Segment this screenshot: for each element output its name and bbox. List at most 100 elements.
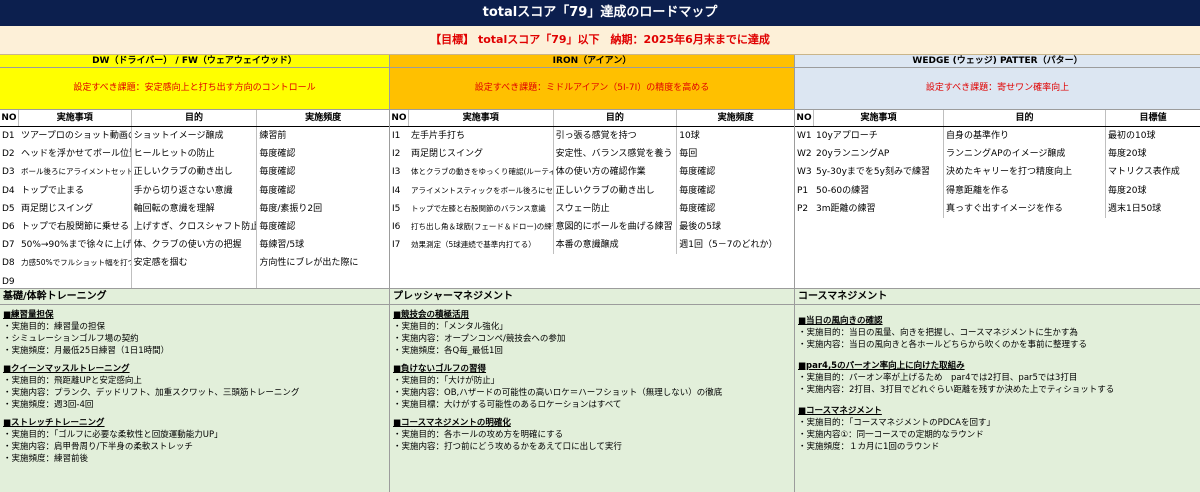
course-management-section: コースマネジメント ■当日の風向きの確認 ・実施目的：当日の風量、向きを把握し、… [795,288,1200,492]
bullet-line: ・実施目的：「ゴルフに必要な柔軟性と回旋運動能力UP」 [3,430,223,440]
row-item: ボール後ろにアライメントセット [20,167,131,177]
row-purpose: 安定性、バランス感覚を養う [552,145,677,164]
subsection: ■練習量担保 ・実施目的：練習量の担保 ・シミュレーションゴルフ場の契約 ・実施… [3,309,389,357]
row-no: D3 [2,167,15,178]
subsection: ■クイーンマッスルトレーニング ・実施目的：飛距離UPと安定感向上 ・実施内容：… [3,363,389,411]
table-row: W1 10yアプローチ 自身の基準作り 最初の10球 [795,127,1200,146]
subsection-heading: ■負けないゴルフの習得 [393,364,487,374]
row-frequency: 週1回（5－7のどれか） [676,236,794,255]
row-purpose: 得意距離を作る [943,181,1105,200]
subsection: ■par4,5のパーオン率向上に向けた取組み ・実施目的：パーオン率が上げるため… [798,360,1200,396]
row-item: 10yアプローチ [816,131,878,141]
table-row: I5 トップで左膝と右股関節のバランス意識 スウェー防止 毎度確認 [390,199,794,218]
header-frequency: 実施頻度 [256,110,389,126]
row-purpose: 真っすぐ出すイメージを作る [943,199,1105,218]
bullet-line: ・実施目的：「メンタル強化」 [393,322,508,332]
row-no: I1 [392,131,401,141]
table-row: I4 アライメントスティックをボール後ろにセット 正しいクラブの動き出し 毎度確認 [390,181,794,200]
row-purpose: 正しいクラブの動き出し [552,181,677,200]
row-item: 50%→90%まで徐々に上げる [20,240,131,251]
bullet-line: ・シミュレーションゴルフ場の契約 [3,334,139,344]
task-statement: 設定すべき課題：寄せワン確率向上 [795,68,1200,110]
row-purpose: ショットイメージ醸成 [130,127,257,146]
row-no: D8 [2,258,15,269]
bullet-line: ・実施頻度：練習前後 [3,454,89,464]
goal-banner: 【目標】 totalスコア「79」以下 納期：2025年6月末までに達成 [0,26,1200,55]
row-frequency: 毎度/素振り2回 [256,199,389,218]
row-no: D7 [2,240,15,251]
row-frequency: 毎練習/5球 [256,236,389,255]
bullet-line: ・実施内容：2打目、3打目でどれぐらい距離を残すか決めた上でティショットする [798,385,1115,395]
header-target: 目標値 [1105,110,1200,126]
fitness-training-section: 基礎/体幹トレーニング ■練習量担保 ・実施目的：練習量の担保 ・シミュレーショ… [0,288,390,492]
wedge-patter-column: WEDGE (ウェッジ) PATTER（パター） 設定すべき課題：寄せワン確率向… [795,55,1200,288]
bullet-line: ・実施頻度：１カ月に1回のラウンド [798,442,940,452]
row-item: トップで止まる [20,185,84,196]
bullet-line: ・実施内容：プランク、デッドリフト、加重スクワット、三頭筋トレーニング [3,388,300,398]
row-target: 毎度20球 [1105,181,1200,200]
row-purpose: スウェー防止 [552,199,677,218]
bullet-line: ・実施目的：練習量の担保 [3,322,106,332]
subsection: ■ストレッチトレーニング ・実施目的：「ゴルフに必要な柔軟性と回旋運動能力UP」… [3,417,389,465]
row-no: I4 [392,185,401,196]
row-frequency: 方向性にブレが出た際に [256,254,389,273]
row-item: アライメントスティックをボール後ろにセット [410,185,553,195]
dw-fw-column: DW（ドライバー） / FW（ウェアウェイウッド） 設定すべき課題：安定感向上と… [0,55,390,288]
table-row: D2 ヘッドを浮かせてボール位置確認ヒールヒットの防止毎度確認 [0,145,389,164]
row-no: I2 [392,149,401,160]
row-purpose: 手から切り返さない意識 [130,181,257,200]
row-purpose: 上げすぎ、クロスシャフト防止 [130,217,256,237]
table-row: D1 ツアープロのショット動画の確認ショットイメージ醸成練習前 [0,127,389,146]
row-no: D2 [2,149,15,160]
row-item: 効果測定（5球連続で基準内打てる） [410,240,536,250]
row-no: P1 [797,185,809,196]
table-header: NO 実施事項 目的 実施頻度 [0,110,389,127]
row-frequency: 最後の5球 [676,217,794,237]
table-row: W3 5y-30yまでを5y刻みで練習 決めたキャリーを打つ精度向上 マトリクス表作成 [795,163,1200,182]
row-no: D4 [2,185,15,196]
subsection-heading: ■コースマネジメント [798,406,882,416]
subsection: ■コースマネジメントの明確化 ・実施目的：各ホールの攻め方を明確にする ・実施内… [393,417,794,453]
table-row: W2 20yランニングAP ランニングAPのイメージ醸成 毎度20球 [795,145,1200,164]
row-purpose [130,272,257,288]
bullet-line: ・実施内容①：同一コースでの定期的なラウンド [798,430,984,440]
row-frequency: 毎度確認 [256,145,389,164]
row-item: 5y-30yまでを5y刻みで練習 [816,167,930,178]
bullet-line: ・実施内容：オープンコンペ/競技会への参加 [393,334,566,344]
row-frequency: 毎回 [676,145,794,164]
bullet-line: ・実施目標：大けがする可能性のあるロケーションはすべて [393,400,622,410]
row-frequency: 毎度確認 [676,163,794,182]
subsection-heading: ■競技会の積極活用 [393,310,470,320]
subsection: ■競技会の積極活用 ・実施目的：「メンタル強化」 ・実施内容：オープンコンペ/競… [393,309,794,357]
row-item: 両足閉じスイング [20,203,93,214]
row-no: W3 [797,167,812,178]
section-title: プレッシャーマネジメント [390,289,794,305]
header-no: NO [1,113,17,123]
bullet-line: ・実施目的：当日の風量、向きを把握し、コースマネジメントに生かす為 [798,328,1078,338]
table-row: D8 力感50%でフルショット幅を打つ 安定感を掴む 方向性にブレが出た際に [0,254,389,273]
header-no: NO [391,113,407,123]
subsection: ■当日の風向きの確認 ・実施目的：当日の風量、向きを把握し、コースマネジメントに… [798,315,1200,351]
table-row: P1 50-60の練習 得意距離を作る 毎度20球 [795,181,1200,200]
row-item: 打ち出し角＆球筋(フェード＆ドロー)の練習 [410,221,553,231]
bullet-line: ・実施内容：肩甲骨周り/下半身の柔軟ストレッチ [3,442,193,452]
table-row: D5 両足閉じスイング 軸回転の意識を理解 毎度/素振り2回 [0,199,389,218]
row-no: P2 [797,203,809,214]
header-item: 実施事項 [407,110,553,126]
task-statement: 設定すべき課題：安定感向上と打ち出す方向のコントロール [0,68,389,110]
row-frequency [256,272,389,288]
header-frequency: 実施頻度 [676,110,794,126]
bullet-line: ・実施頻度：各Q毎_最低1回 [393,346,503,356]
row-no: D9 [2,276,15,287]
column-header: DW（ドライバー） / FW（ウェアウェイウッド） [0,55,389,68]
row-frequency: 毎度確認 [676,181,794,200]
row-item: 体とクラブの動きをゆっくり確認(ルーティン化) [410,167,553,177]
bullet-line: ・実施内容：OB,ハザードの可能性の高いロケ＝ハーフショット（無理しない）の徹底 [393,388,723,398]
row-no: I5 [392,203,401,214]
row-purpose: 体、クラブの使い方の把握 [130,236,257,255]
row-frequency: 練習前 [256,127,389,146]
bullet-line: ・実施目的：「コースマネジメントのPDCAを回す」 [798,418,995,428]
table-row: P2 3m距離の練習 真っすぐ出すイメージを作る 週末1日50球 [795,199,1200,218]
bullet-line: ・実施内容：打つ前にどう攻めるかをあえて口に出して実行 [393,442,622,452]
subsection: ■コースマネジメント ・実施目的：「コースマネジメントのPDCAを回す」 ・実施… [798,405,1200,453]
